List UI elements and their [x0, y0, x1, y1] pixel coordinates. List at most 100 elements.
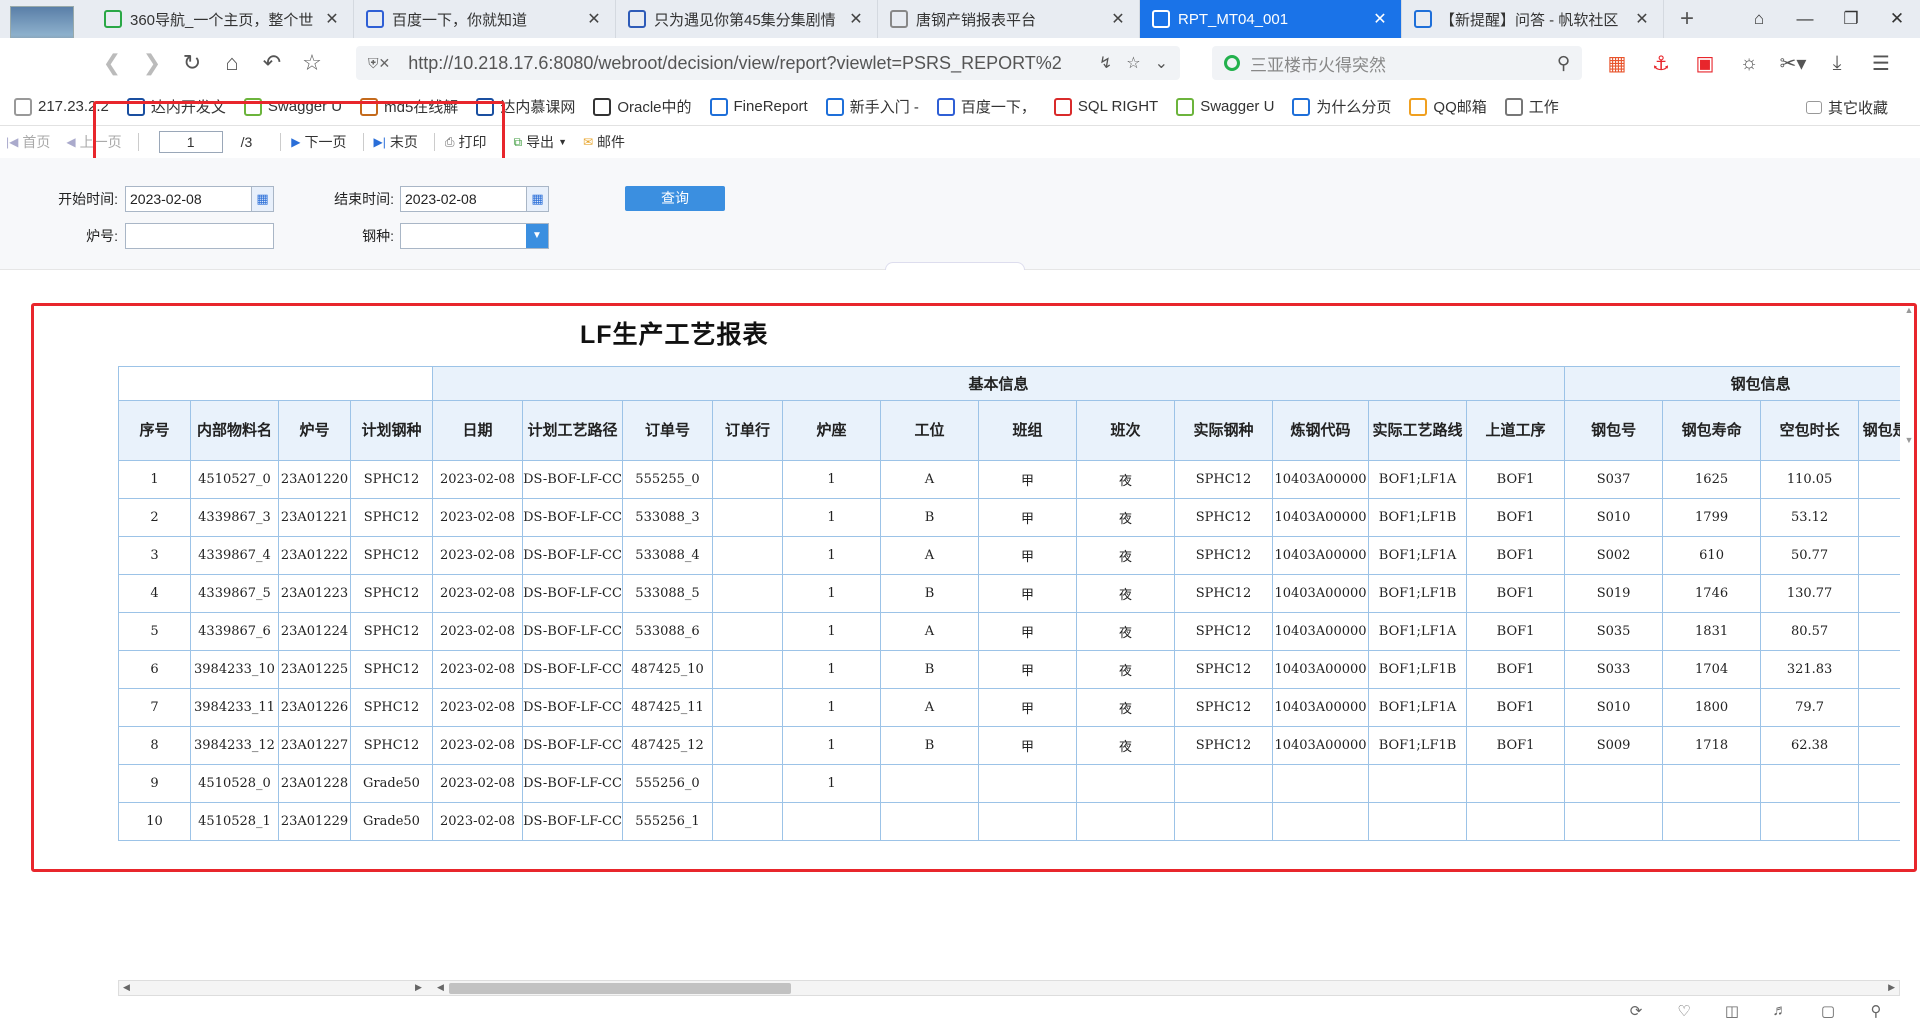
- bookmark-label: 工作: [1528, 99, 1559, 116]
- vertical-scrollbar[interactable]: ▲ ▼: [1902, 305, 1916, 455]
- bookmark-item[interactable]: SQL RIGHT: [1053, 97, 1159, 116]
- first-page-button[interactable]: |◀ 首页: [6, 132, 50, 152]
- tab-label: 唐钢产销报表平台: [916, 11, 1037, 29]
- bookmark-label: 达内慕课网: [500, 99, 576, 116]
- close-tab-icon[interactable]: ✕: [323, 9, 341, 29]
- scroll-left-icon[interactable]: ◀: [123, 982, 130, 993]
- bookmark-item[interactable]: 为什么分页: [1292, 96, 1391, 117]
- other-bookmarks-label: 其它收藏: [1827, 99, 1888, 117]
- export-icon: ⧉: [513, 134, 523, 149]
- scroll-up-icon[interactable]: ▲: [1902, 305, 1916, 315]
- security-shield-icon[interactable]: ⛨✕: [368, 55, 390, 72]
- start-date-field[interactable]: 2023-02-08 ▦: [125, 186, 274, 212]
- browser-tab[interactable]: RPT_MT04_001 ✕: [1140, 0, 1402, 38]
- parameter-panel: 开始时间: 2023-02-08 ▦ 结束时间: 2023-02-08 ▦ 查询…: [0, 158, 1920, 270]
- game-icon[interactable]: ⚓: [1639, 51, 1683, 76]
- calendar-icon[interactable]: ▦: [526, 187, 548, 211]
- calendar-icon[interactable]: ▦: [251, 187, 273, 211]
- horizontal-scrollbar[interactable]: ◀ ▶ ◀ ▶: [118, 980, 1900, 996]
- query-button[interactable]: 查询: [625, 186, 725, 211]
- bookmark-label: FineReport: [733, 98, 808, 115]
- forward-icon[interactable]: ❯: [132, 50, 172, 76]
- browser-tab[interactable]: 唐钢产销报表平台 ✕: [878, 0, 1140, 38]
- apps-grid-icon[interactable]: ▦: [1595, 51, 1639, 76]
- new-tab-button[interactable]: +: [1664, 0, 1710, 38]
- collapse-panel-handle[interactable]: [885, 262, 1025, 270]
- close-tab-icon[interactable]: ✕: [1109, 9, 1127, 29]
- bookmark-item[interactable]: Oracle中的: [593, 96, 692, 117]
- minimize-icon[interactable]: —: [1782, 0, 1828, 38]
- export-button[interactable]: ⧉ 导出 ▼: [513, 132, 567, 152]
- tab-label: 【新提醒】问答 - 帆软社区: [1440, 11, 1619, 29]
- bookmark-label: SQL RIGHT: [1077, 98, 1159, 115]
- url-text[interactable]: http://10.218.17.6:8080/webroot/decision…: [408, 53, 1085, 74]
- zoom-icon[interactable]: ⚲: [1852, 1002, 1900, 1020]
- browser-tab[interactable]: 360导航_一个主页，整个世 ✕: [92, 0, 354, 38]
- furnace-label: 炉号:: [86, 228, 118, 244]
- chevron-down-icon[interactable]: ▼: [526, 224, 548, 248]
- speed-icon[interactable]: ⟳: [1612, 1002, 1660, 1020]
- close-window-icon[interactable]: ✕: [1874, 0, 1920, 38]
- bookmark-item[interactable]: 工作: [1504, 96, 1559, 117]
- bookmark-label: 百度一下，: [960, 99, 1036, 116]
- close-tab-icon[interactable]: ✕: [1371, 9, 1389, 29]
- bookmark-star-icon[interactable]: ☆: [292, 50, 332, 76]
- search-icon[interactable]: ⚲: [1557, 53, 1570, 74]
- bookmark-item[interactable]: 新手入门 -: [825, 96, 919, 117]
- furnace-input[interactable]: [125, 223, 274, 249]
- other-bookmarks[interactable]: 其它收藏: [1805, 88, 1888, 126]
- lightning-icon[interactable]: ↯: [1099, 53, 1112, 73]
- search-input[interactable]: 三亚楼市火得突然: [1250, 51, 1557, 76]
- shirt-skin-icon[interactable]: ⌂: [1736, 0, 1782, 38]
- window-icon[interactable]: ▢: [1804, 1002, 1852, 1020]
- 360-logo-icon: [104, 10, 122, 28]
- address-bar[interactable]: ⛨✕ http://10.218.17.6:8080/webroot/decis…: [356, 46, 1180, 80]
- bookmark-label: Swagger U: [1200, 98, 1275, 115]
- browser-tab[interactable]: 百度一下，你就知道 ✕: [354, 0, 616, 38]
- favorite-star-icon[interactable]: ☆: [1126, 53, 1140, 73]
- screenshot-scissors-icon[interactable]: ✂▾: [1771, 51, 1815, 76]
- speaker-icon[interactable]: ♬: [1756, 1002, 1804, 1020]
- browser-tab[interactable]: 【新提醒】问答 - 帆软社区 ✕: [1402, 0, 1664, 38]
- baidu-paw-icon: [366, 10, 384, 28]
- first-page-icon: |◀: [6, 135, 19, 149]
- close-tab-icon[interactable]: ✕: [1633, 9, 1651, 29]
- bookmark-item[interactable]: Swagger U: [1176, 97, 1275, 116]
- mail-button[interactable]: ✉ 邮件: [583, 132, 625, 152]
- scroll-down-icon[interactable]: ▼: [1902, 435, 1916, 445]
- browser-tool-icons: ▦ ⚓ ▣ ☼ ✂▾ ⤓ ☰: [1595, 46, 1903, 80]
- close-tab-icon[interactable]: ✕: [847, 9, 865, 29]
- tab-bar: 360导航_一个主页，整个世 ✕ 百度一下，你就知道 ✕ 只为遇见你第45集分集剧情 ✕ 唐…: [0, 0, 1920, 78]
- menu-icon[interactable]: ☰: [1859, 51, 1903, 76]
- scroll-thumb[interactable]: [449, 983, 791, 994]
- home-icon[interactable]: ⌂: [212, 50, 252, 76]
- bookmark-item[interactable]: QQ邮箱: [1409, 96, 1487, 117]
- browser-tab[interactable]: 只为遇见你第45集分集剧情 ✕: [616, 0, 878, 38]
- bookmark-label: QQ邮箱: [1433, 99, 1487, 116]
- bookmark-item[interactable]: FineReport: [709, 97, 808, 116]
- chevron-down-icon[interactable]: ⌄: [1155, 53, 1168, 73]
- eye-protect-icon[interactable]: ☼: [1727, 52, 1771, 75]
- tab-label: 360导航_一个主页，整个世: [130, 11, 314, 29]
- back-icon[interactable]: ❮: [92, 50, 132, 76]
- heart-icon[interactable]: ♡: [1660, 1002, 1708, 1020]
- shopping-icon[interactable]: ▣: [1683, 51, 1727, 76]
- finereport-icon: [709, 97, 728, 116]
- scroll-right-icon[interactable]: ▶: [415, 982, 422, 993]
- download-icon[interactable]: ⤓: [1815, 52, 1859, 75]
- scroll-left-icon[interactable]: ◀: [437, 982, 444, 993]
- bookmark-item[interactable]: 百度一下，: [936, 96, 1036, 117]
- scroll-right-icon[interactable]: ▶: [1888, 982, 1895, 993]
- restore-icon[interactable]: ❐: [1828, 0, 1874, 38]
- trash-icon[interactable]: ◫: [1708, 1002, 1756, 1020]
- undo-close-icon[interactable]: ↶: [252, 50, 292, 76]
- search-engine-icon: [1224, 55, 1240, 71]
- steel-grade-select[interactable]: ▼: [400, 223, 549, 249]
- reload-icon[interactable]: ↻: [172, 50, 212, 76]
- end-date-field[interactable]: 2023-02-08 ▦: [400, 186, 549, 212]
- end-time-label: 结束时间:: [334, 191, 394, 207]
- annotation-highlight-report: [31, 303, 1917, 872]
- close-tab-icon[interactable]: ✕: [585, 9, 603, 29]
- search-box[interactable]: 三亚楼市火得突然 ⚲: [1212, 46, 1582, 80]
- tab-label: RPT_MT04_001: [1178, 10, 1289, 28]
